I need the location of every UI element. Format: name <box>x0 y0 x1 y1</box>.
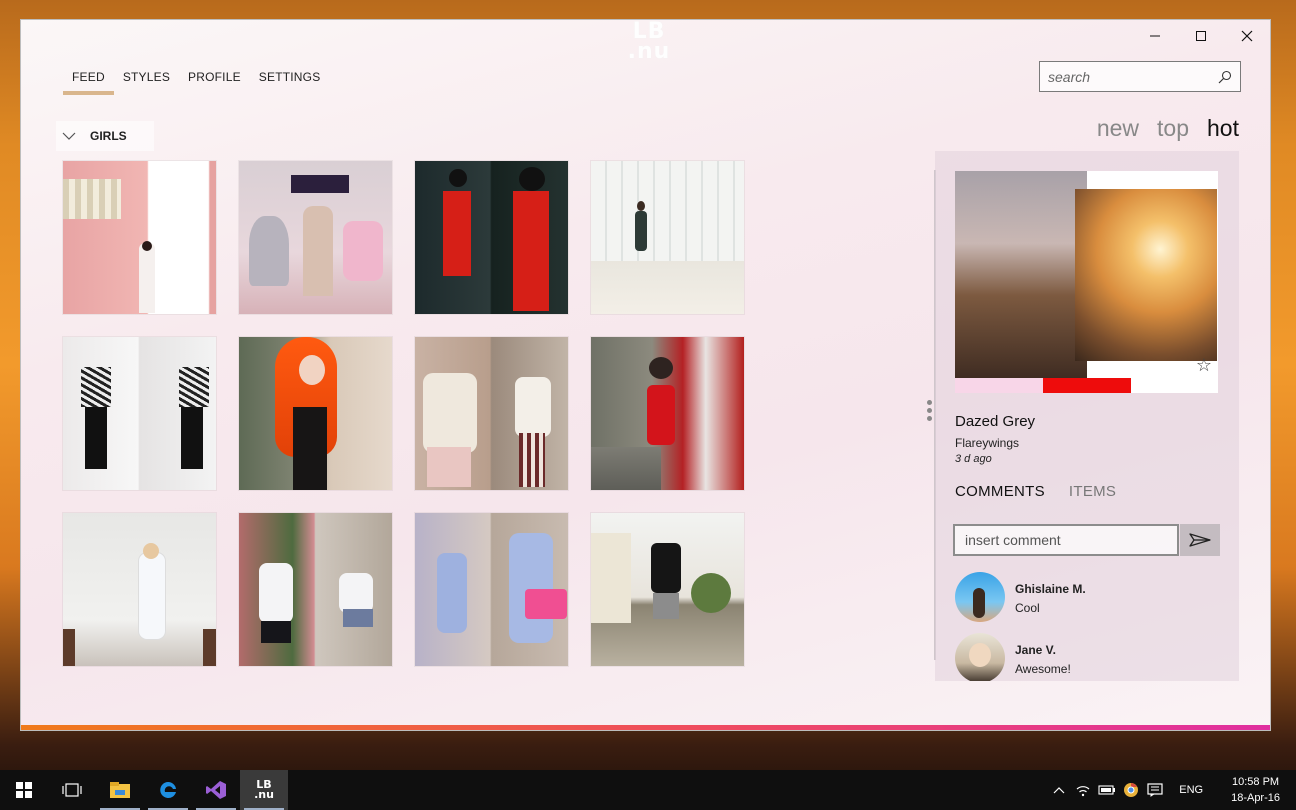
close-button[interactable] <box>1224 20 1270 52</box>
nav-styles[interactable]: STYLES <box>114 70 179 96</box>
color-swatch-red <box>1043 378 1131 393</box>
handle-dot <box>927 416 932 421</box>
feed-tile[interactable] <box>415 161 568 314</box>
nav-settings[interactable]: SETTINGS <box>250 70 330 96</box>
maximize-button[interactable] <box>1178 20 1224 52</box>
send-comment-button[interactable] <box>1180 524 1220 556</box>
post-time: 3 d ago <box>955 453 992 465</box>
post-image[interactable]: ☆ <box>955 171 1218 393</box>
feed-tile[interactable] <box>63 161 216 314</box>
battery-icon[interactable] <box>1095 770 1119 810</box>
post-author[interactable]: Flareywings <box>955 436 1019 450</box>
close-icon <box>1241 30 1253 42</box>
file-explorer-button[interactable] <box>96 770 144 810</box>
send-icon <box>1189 533 1211 547</box>
visual-studio-button[interactable] <box>192 770 240 810</box>
feed-tile[interactable] <box>591 513 744 666</box>
comment-item: Ghislaine M. Cool <box>955 572 1086 622</box>
comment-text: Awesome! <box>1015 662 1071 676</box>
edge-icon <box>160 781 176 798</box>
comment-box <box>953 524 1179 556</box>
window-controls <box>1132 20 1270 52</box>
post-title: Dazed Grey <box>955 413 1036 430</box>
post-photo-right <box>1075 189 1217 361</box>
feed-tile[interactable] <box>63 337 216 490</box>
lbnu-app-icon: LB .nu <box>254 778 274 801</box>
sort-options: new top hot <box>1097 115 1239 142</box>
avatar[interactable] <box>955 572 1005 622</box>
feed-tile[interactable] <box>415 513 568 666</box>
feed-tile[interactable] <box>63 513 216 666</box>
feed-tile[interactable] <box>239 513 392 666</box>
task-view-icon <box>62 783 82 797</box>
sort-top[interactable]: top <box>1157 115 1189 142</box>
chevron-down-icon <box>62 132 76 140</box>
comment-author[interactable]: Jane V. <box>1015 643 1071 657</box>
avatar[interactable] <box>955 633 1005 681</box>
post-photo-left <box>955 171 1087 378</box>
sort-hot[interactable]: hot <box>1207 115 1239 142</box>
feed-tile[interactable] <box>591 161 744 314</box>
action-center-icon[interactable] <box>1143 770 1167 810</box>
file-explorer-icon <box>110 782 130 798</box>
window-accent-bar <box>21 725 1270 730</box>
wifi-icon[interactable] <box>1071 770 1095 810</box>
panel-resize-handle[interactable] <box>927 400 933 421</box>
windows-start-icon <box>16 782 32 798</box>
comment-input[interactable] <box>965 532 1167 548</box>
input-language[interactable]: ENG <box>1167 784 1215 796</box>
minimize-icon <box>1150 35 1160 37</box>
category-filter-label: GIRLS <box>90 129 127 143</box>
clock-date: 18-Apr-16 <box>1231 792 1280 804</box>
task-view-button[interactable] <box>48 770 96 810</box>
post-detail-panel: ☆ Dazed Grey Flareywings 3 d ago COMMENT… <box>935 151 1239 681</box>
feed-tile[interactable] <box>239 161 392 314</box>
search-icon[interactable] <box>1218 70 1232 84</box>
star-outline-icon[interactable]: ☆ <box>1196 355 1212 376</box>
app-logo-line2: .nu <box>627 39 671 64</box>
post-tabs: COMMENTS ITEMS <box>955 483 1116 500</box>
category-filter[interactable]: GIRLS <box>56 121 154 151</box>
comment-author[interactable]: Ghislaine M. <box>1015 582 1086 596</box>
search-box <box>1039 61 1241 92</box>
nav-feed[interactable]: FEED <box>63 70 114 96</box>
start-button[interactable] <box>0 770 48 810</box>
app-window: LB .nu FEED STYLES PROFILE SETTINGS GIRL… <box>20 19 1271 731</box>
feed-tile[interactable] <box>239 337 392 490</box>
handle-dot <box>927 408 932 413</box>
visual-studio-icon <box>206 781 226 799</box>
comment-item: Jane V. Awesome! <box>955 633 1071 681</box>
color-swatch-pink <box>955 378 1043 393</box>
tab-comments[interactable]: COMMENTS <box>955 483 1045 500</box>
sort-new[interactable]: new <box>1097 115 1139 142</box>
clock-time: 10:58 PM <box>1231 776 1280 788</box>
chrome-icon[interactable] <box>1119 770 1143 810</box>
nav-profile[interactable]: PROFILE <box>179 70 250 96</box>
chevron-up-icon[interactable] <box>1047 770 1071 810</box>
system-tray: ENG 10:58 PM 18-Apr-16 <box>1047 770 1296 810</box>
search-input[interactable] <box>1048 68 1208 85</box>
handle-dot <box>927 400 932 405</box>
edge-button[interactable] <box>144 770 192 810</box>
taskbar: LB .nu ENG 10:58 PM 18-Apr-16 <box>0 770 1296 810</box>
minimize-button[interactable] <box>1132 20 1178 52</box>
feed-tile[interactable] <box>591 337 744 490</box>
maximize-icon <box>1196 31 1206 41</box>
tab-items[interactable]: ITEMS <box>1069 483 1116 500</box>
comment-text: Cool <box>1015 601 1040 615</box>
app-logo: LB .nu <box>619 21 679 64</box>
main-nav: FEED STYLES PROFILE SETTINGS <box>63 70 329 96</box>
feed-tile[interactable] <box>415 337 568 490</box>
lbnu-app-button[interactable]: LB .nu <box>240 770 288 810</box>
clock[interactable]: 10:58 PM 18-Apr-16 <box>1215 774 1296 806</box>
